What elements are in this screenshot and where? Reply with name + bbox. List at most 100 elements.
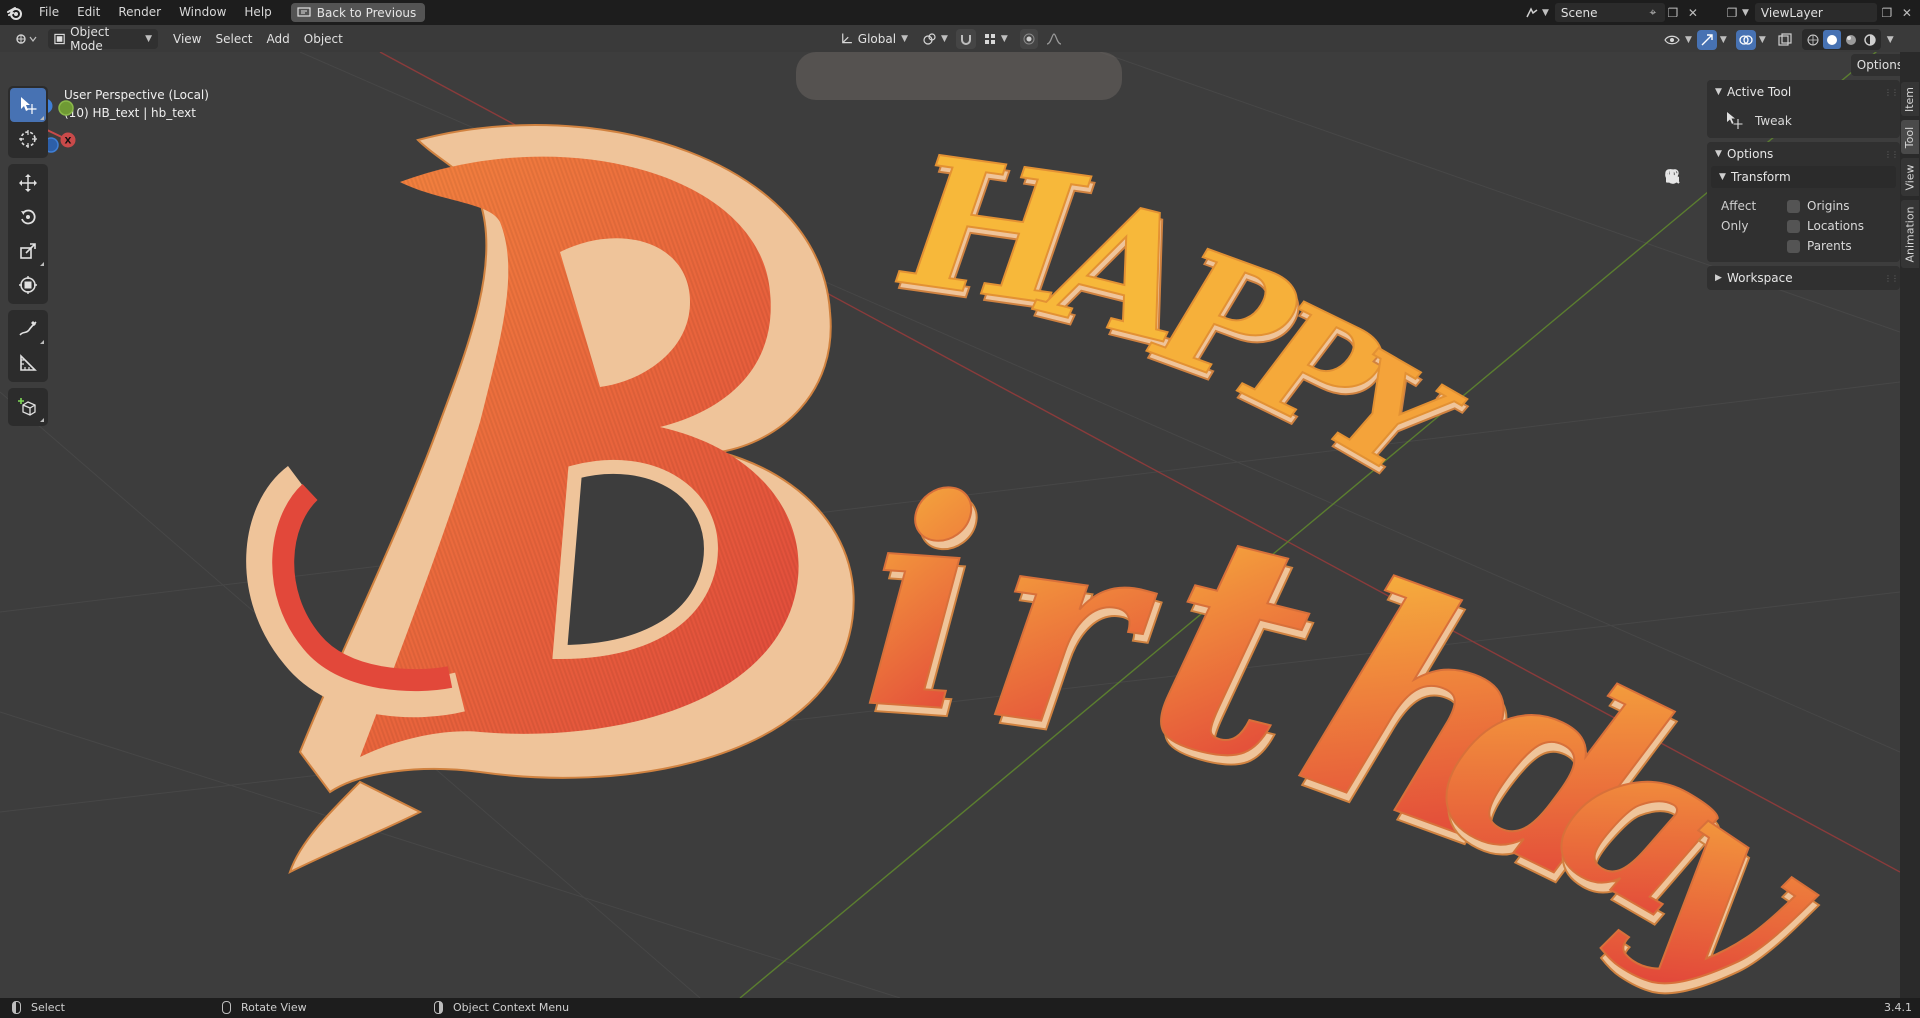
chevron-down-icon[interactable]: ▼ <box>1887 35 1894 45</box>
view-layer-name-field[interactable]: ViewLayer <box>1754 3 1877 22</box>
xray-toggle[interactable] <box>1775 30 1795 50</box>
active-tool-header[interactable]: ▼ Active Tool ⋮⋮⋮ <box>1707 80 1906 104</box>
options-label: Options <box>1856 58 1904 72</box>
delete-scene-icon[interactable]: ✕ <box>1683 3 1703 22</box>
back-to-previous-label: Back to Previous <box>316 5 417 20</box>
wireframe-shading-icon[interactable] <box>1804 30 1822 49</box>
menu-render[interactable]: Render <box>109 0 170 25</box>
menu-window[interactable]: Window <box>170 0 235 25</box>
tweak-tool-button[interactable] <box>10 88 46 122</box>
checkbox-box[interactable] <box>1787 239 1800 253</box>
chevron-down-icon[interactable]: ▼ <box>1720 35 1727 45</box>
object-mode-dropdown[interactable]: Object Mode ▼ <box>48 25 158 53</box>
menu-edit[interactable]: Edit <box>68 0 109 25</box>
menu-help[interactable]: Help <box>235 0 280 25</box>
view-layer-selector[interactable]: ❐ ▼ ViewLayer ❐ ✕ <box>1722 2 1917 23</box>
3d-viewport[interactable]: H H A A P P P P Y Y i i r r t t h h d d … <box>0 52 1900 998</box>
annotate-tool-button[interactable] <box>10 312 46 346</box>
move-tool-button[interactable] <box>10 166 46 200</box>
view-layer-icon: ❐ <box>1726 5 1738 20</box>
tab-tool[interactable]: Tool <box>1901 120 1919 154</box>
delete-view-layer-icon[interactable]: ✕ <box>1897 3 1917 22</box>
affect-only-label: Affect Only <box>1721 199 1757 233</box>
transform-icon <box>19 276 37 294</box>
solid-shading-icon[interactable] <box>1822 30 1841 49</box>
gizmo-icon <box>1701 33 1713 45</box>
rendered-shading-icon[interactable] <box>1861 30 1879 49</box>
affect-locations-checkbox[interactable]: Locations <box>1787 216 1864 236</box>
add-cube-tool-button[interactable] <box>10 390 46 424</box>
menu-select[interactable]: Select <box>208 29 259 49</box>
gizmo-toggle[interactable] <box>1696 29 1717 50</box>
new-view-layer-icon[interactable]: ❐ <box>1877 3 1897 22</box>
shading-mode-group <box>1801 29 1881 50</box>
transform-orientation-dropdown[interactable]: Global ▼ <box>834 29 914 49</box>
rotate-tool-button[interactable] <box>10 200 46 234</box>
new-scene-icon[interactable]: ❐ <box>1663 3 1683 22</box>
tab-view[interactable]: View <box>1901 158 1919 196</box>
menu-view[interactable]: View <box>166 29 208 49</box>
proportional-editing-toggle[interactable] <box>1019 29 1038 49</box>
overlays-toggle[interactable] <box>1735 29 1756 50</box>
chevron-down-icon: ▼ <box>1000 34 1008 44</box>
drag-grip-icon[interactable]: ⋮⋮⋮ <box>1884 150 1906 159</box>
sidebar-tool-panel: ▼ Active Tool ⋮⋮⋮ Tweak ▼ Options ⋮⋮⋮ ▼ … <box>1707 80 1906 998</box>
drag-grip-icon[interactable]: ⋮⋮⋮ <box>1884 88 1906 97</box>
material-shading-icon[interactable] <box>1842 30 1860 49</box>
perspective-toggle-button[interactable] <box>1664 169 1692 286</box>
pan-button[interactable] <box>1664 169 1692 226</box>
transform-tool-button[interactable] <box>10 268 46 302</box>
snap-toggle[interactable] <box>955 29 976 49</box>
pin-icon[interactable]: ⌖ <box>1643 3 1663 22</box>
mouse-left-icon <box>12 1001 21 1014</box>
tab-item-label: Item <box>1903 86 1917 112</box>
pivot-point-icon <box>923 33 936 45</box>
view-layer-name: ViewLayer <box>1760 5 1823 20</box>
workspace-panel-header[interactable]: ▶ Workspace ⋮⋮⋮ <box>1707 266 1906 290</box>
scale-tool-button[interactable] <box>10 234 46 268</box>
chevron-down-icon: ▼ <box>1719 172 1726 182</box>
visibility-dropdown[interactable]: ▼ <box>1662 30 1694 50</box>
menu-file[interactable]: File <box>30 0 68 25</box>
chevron-down-icon: ▼ <box>1742 7 1749 18</box>
ruler-icon <box>20 354 37 371</box>
transform-orientation-label: Global <box>857 32 897 46</box>
falloff-curve-icon <box>1046 33 1062 45</box>
checkbox-box[interactable] <box>1787 199 1800 213</box>
chevron-down-icon: ▼ <box>1685 34 1692 45</box>
screen-icon <box>297 7 311 17</box>
chevron-right-icon: ▶ <box>1715 273 1722 283</box>
scene-selector[interactable]: ▼ Scene ⌖ ❐ ✕ <box>1522 2 1703 23</box>
options-panel-header[interactable]: ▼ Options ⋮⋮⋮ <box>1707 142 1906 166</box>
move-arrows-icon <box>19 174 37 192</box>
workspace-panel-title: Workspace <box>1727 271 1793 285</box>
cursor-tool-button[interactable] <box>10 122 46 156</box>
affect-origins-checkbox[interactable]: Origins <box>1787 196 1864 216</box>
chevron-down-icon[interactable]: ▼ <box>1759 35 1766 45</box>
tab-animation[interactable]: Animation <box>1901 200 1919 268</box>
drag-grip-icon[interactable]: ⋮⋮⋮ <box>1884 274 1906 283</box>
measure-tool-button[interactable] <box>10 346 46 380</box>
menu-add[interactable]: Add <box>260 29 297 49</box>
back-to-previous-button[interactable]: Back to Previous <box>290 3 426 22</box>
blender-logo-icon[interactable] <box>0 0 30 25</box>
snap-target-dropdown[interactable]: ▼ <box>982 29 1010 49</box>
tab-item[interactable]: Item <box>1901 82 1919 116</box>
pivot-point-dropdown[interactable]: ▼ <box>920 29 950 49</box>
chevron-down-icon: ▼ <box>901 34 908 44</box>
transform-subpanel-header[interactable]: ▼ Transform <box>1711 166 1896 188</box>
tweak-tool-icon <box>1727 112 1743 129</box>
tool-variants-indicator <box>40 340 44 344</box>
viewport-scene: H H A A P P P P Y Y i i r r t t h h d d … <box>0 52 1900 998</box>
magnet-icon <box>960 35 971 45</box>
scene-icon <box>1522 3 1542 22</box>
falloff-dropdown[interactable] <box>1044 29 1064 49</box>
affect-parents-checkbox[interactable]: Parents <box>1787 236 1864 256</box>
sidebar-tabs: Item Tool View Animation <box>1900 52 1920 998</box>
active-tool-row[interactable]: Tweak <box>1707 104 1900 138</box>
checkbox-box[interactable] <box>1787 219 1800 233</box>
neg-y-handle[interactable] <box>58 100 74 116</box>
menu-object[interactable]: Object <box>297 29 350 49</box>
editor-type-button[interactable] <box>6 29 46 49</box>
camera-view-button[interactable] <box>1664 169 1692 256</box>
